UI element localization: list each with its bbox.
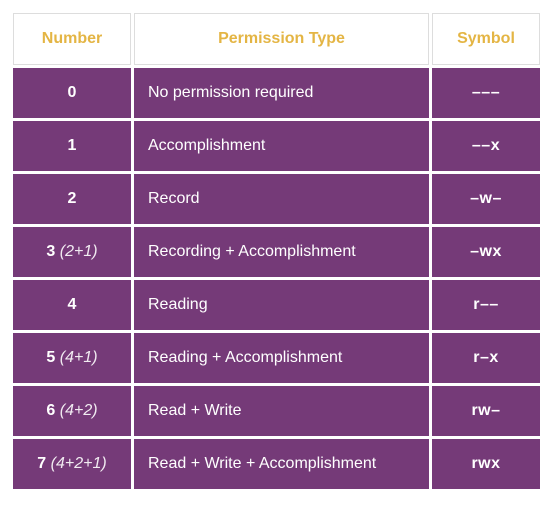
cell-number: 0 xyxy=(13,68,131,118)
table-row: 7 (4+2+1) Read + Write + Accomplishment … xyxy=(13,439,540,489)
header-number: Number xyxy=(13,13,131,65)
permissions-table: Number Permission Type Symbol 0 No permi… xyxy=(10,10,543,492)
header-permission-type: Permission Type xyxy=(134,13,429,65)
cell-symbol: r–x xyxy=(432,333,540,383)
cell-permission: Accomplishment xyxy=(134,121,429,171)
cell-permission: Record xyxy=(134,174,429,224)
table-row: 3 (2+1) Recording + Accomplishment –wx xyxy=(13,227,540,277)
cell-symbol: ––– xyxy=(432,68,540,118)
cell-number: 4 xyxy=(13,280,131,330)
cell-number: 5 (4+1) xyxy=(13,333,131,383)
table-row: 4 Reading r–– xyxy=(13,280,540,330)
table-row: 6 (4+2) Read + Write rw– xyxy=(13,386,540,436)
table-row: 0 No permission required ––– xyxy=(13,68,540,118)
cell-number: 7 (4+2+1) xyxy=(13,439,131,489)
table-row: 2 Record –w– xyxy=(13,174,540,224)
cell-symbol: –w– xyxy=(432,174,540,224)
cell-symbol: r–– xyxy=(432,280,540,330)
cell-symbol: –wx xyxy=(432,227,540,277)
cell-permission: No permission required xyxy=(134,68,429,118)
cell-permission: Reading + Accomplishment xyxy=(134,333,429,383)
cell-number: 3 (2+1) xyxy=(13,227,131,277)
table-row: 1 Accomplishment ––x xyxy=(13,121,540,171)
cell-number: 1 xyxy=(13,121,131,171)
cell-permission: Recording + Accomplishment xyxy=(134,227,429,277)
table-header-row: Number Permission Type Symbol xyxy=(13,13,540,65)
cell-permission: Read + Write + Accomplishment xyxy=(134,439,429,489)
cell-permission: Reading xyxy=(134,280,429,330)
cell-symbol: rw– xyxy=(432,386,540,436)
table-body: 0 No permission required ––– 1 Accomplis… xyxy=(13,68,540,489)
table-row: 5 (4+1) Reading + Accomplishment r–x xyxy=(13,333,540,383)
cell-symbol: rwx xyxy=(432,439,540,489)
cell-number: 2 xyxy=(13,174,131,224)
header-symbol: Symbol xyxy=(432,13,540,65)
cell-number: 6 (4+2) xyxy=(13,386,131,436)
cell-symbol: ––x xyxy=(432,121,540,171)
cell-permission: Read + Write xyxy=(134,386,429,436)
